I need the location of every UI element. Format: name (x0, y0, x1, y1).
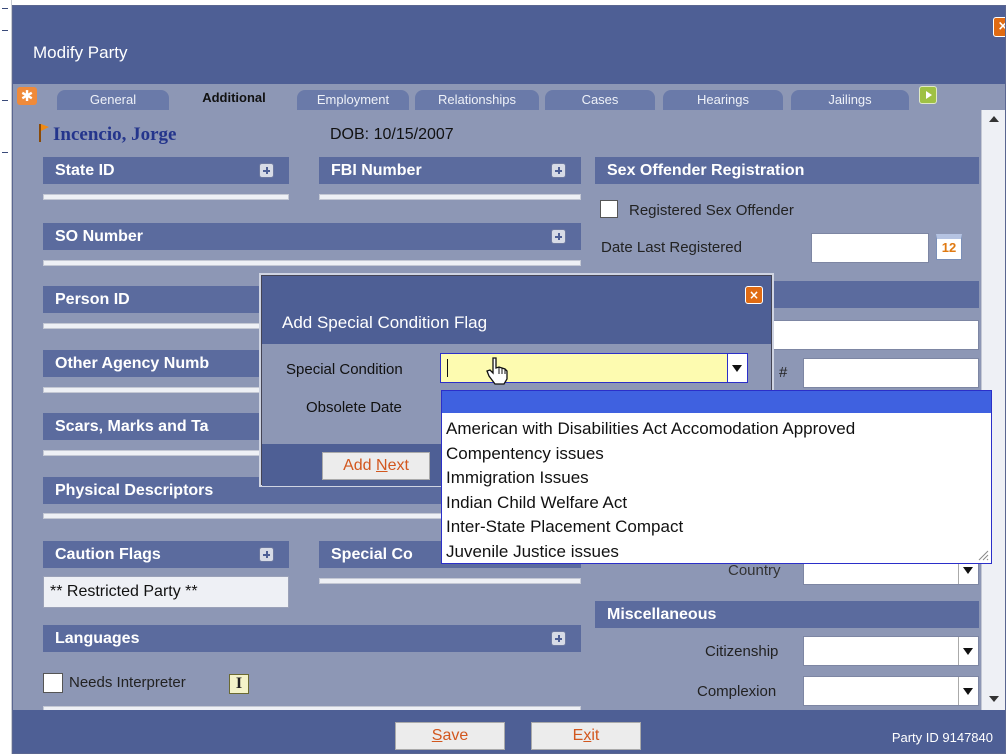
person-id-header: Person ID (43, 286, 283, 313)
calendar-icon[interactable]: 12 (936, 234, 962, 260)
chevron-down-icon[interactable] (727, 354, 747, 382)
state-id-bar (43, 194, 289, 200)
scars-bar (43, 450, 283, 456)
fbi-number-bar (319, 194, 581, 200)
citizenship-select[interactable] (803, 636, 979, 666)
fbi-number-header: FBI Number (319, 157, 581, 184)
exit-button[interactable]: Exit (531, 722, 641, 750)
citizenship-label: Citizenship (705, 643, 779, 660)
registered-sex-offender-label: Registered Sex Offender (629, 202, 794, 219)
needs-interpreter-label: Needs Interpreter (69, 674, 186, 691)
add-next-accel: N (376, 457, 388, 474)
scars-header: Scars, Marks and Ta (43, 413, 283, 440)
languages-header: Languages (43, 625, 581, 652)
dropdown-option[interactable]: Immigration Issues (446, 466, 855, 491)
date-last-registered-input[interactable] (811, 233, 929, 263)
window-title: Modify Party (33, 43, 128, 62)
window-titlebar: Modify Party × (13, 6, 1005, 84)
state-id-header: State ID (43, 157, 289, 184)
date-last-registered-label: Date Last Registered (601, 239, 742, 256)
dropdown-options: American with Disabilities Act Accomodat… (446, 417, 855, 564)
tab-employment[interactable]: Employment (297, 90, 409, 110)
dialog-title: Add Special Condition Flag (282, 313, 488, 332)
close-icon[interactable]: × (745, 286, 763, 304)
party-id: Party ID 9147840 (891, 730, 993, 745)
tab-jailings[interactable]: Jailings (791, 90, 909, 110)
page: Modify Party × ✱ General Additional Empl… (0, 0, 1006, 754)
state-id-title: State ID (55, 162, 115, 179)
tab-scroll-right-icon[interactable] (919, 86, 937, 104)
flag-icon (39, 124, 49, 142)
dialog-titlebar: Add Special Condition Flag × (262, 276, 771, 344)
tab-scroll-left-icon[interactable]: ✱ (17, 87, 37, 105)
so-number-bar (43, 260, 581, 266)
dropdown-option[interactable]: Compentency issues (446, 442, 855, 467)
add-next-pre: Add (343, 457, 376, 474)
right-section-header (753, 281, 979, 308)
exit-label-pre: E (572, 727, 584, 744)
so-number-header: SO Number (43, 223, 581, 250)
resize-grip-icon[interactable] (977, 549, 989, 561)
dropdown-option[interactable]: Indian Child Welfare Act (446, 491, 855, 516)
scroll-down-icon[interactable] (989, 696, 999, 702)
dob-value: 10/15/2007 (373, 126, 454, 143)
tab-additional[interactable]: Additional (175, 88, 293, 110)
special-conditions-bar (319, 578, 581, 584)
plus-icon[interactable] (551, 229, 566, 244)
plus-icon[interactable] (259, 163, 274, 178)
dob: DOB: 10/15/2007 (330, 126, 454, 144)
physical-descriptors-bar (43, 513, 453, 519)
so-number-title: SO Number (55, 228, 144, 245)
tab-cases[interactable]: Cases (545, 90, 655, 110)
complexion-select[interactable] (803, 676, 979, 706)
dropdown-highlight-blank-option[interactable] (442, 391, 991, 413)
restricted-party-badge: ** Restricted Party ** (43, 576, 289, 608)
hash-label: # (779, 364, 788, 381)
right-section-input-2[interactable] (803, 358, 979, 388)
caution-flags-header: Caution Flags (43, 541, 289, 568)
fbi-number-title: FBI Number (331, 162, 422, 179)
dropdown-option[interactable]: Juvenile Justice issues (446, 540, 855, 565)
party-name[interactable]: Incencio, Jorge (53, 124, 176, 146)
plus-icon[interactable] (551, 163, 566, 178)
interpreter-icon[interactable]: I (229, 674, 249, 694)
tab-strip: ✱ General Additional Employment Relation… (13, 84, 1005, 110)
obsolete-date-label: Obsolete Date (306, 399, 402, 416)
special-condition-label: Special Condition (286, 361, 403, 378)
background-app-strip (0, 0, 12, 754)
save-button[interactable]: Save (395, 722, 505, 750)
needs-interpreter-checkbox[interactable] (43, 673, 63, 693)
languages-title: Languages (55, 630, 140, 647)
sex-offender-header: Sex Offender Registration (595, 157, 979, 184)
save-accel: S (431, 727, 443, 744)
person-id-bar (43, 323, 283, 329)
miscellaneous-header: Miscellaneous (595, 601, 979, 628)
hand-cursor-icon (486, 357, 508, 385)
close-icon[interactable]: × (993, 17, 1005, 37)
other-agency-bar (43, 387, 283, 393)
dob-label: DOB: (330, 126, 370, 143)
plus-icon[interactable] (551, 631, 566, 646)
exit-label-post: it (591, 727, 600, 744)
right-section-input-1[interactable] (753, 320, 979, 350)
dropdown-option[interactable]: Inter-State Placement Compact (446, 515, 855, 540)
tab-relationships[interactable]: Relationships (415, 90, 539, 110)
other-agency-header: Other Agency Numb (43, 350, 283, 377)
country-label: Country (728, 562, 781, 579)
window-footer: Save Exit Party ID 9147840 (13, 710, 1005, 753)
plus-icon[interactable] (259, 547, 274, 562)
add-next-button[interactable]: Add Next (322, 452, 430, 480)
dropdown-option[interactable]: American with Disabilities Act Accomodat… (446, 417, 855, 442)
add-next-post: ext (387, 457, 409, 474)
save-label: ave (442, 727, 469, 744)
special-condition-dropdown-list[interactable]: American with Disabilities Act Accomodat… (441, 390, 992, 564)
registered-sex-offender-checkbox[interactable] (600, 200, 618, 218)
scroll-up-icon[interactable] (989, 116, 999, 122)
caution-flags-title: Caution Flags (55, 546, 161, 563)
complexion-label: Complexion (697, 683, 777, 700)
tab-general[interactable]: General (57, 90, 169, 110)
tab-hearings[interactable]: Hearings (663, 90, 783, 110)
